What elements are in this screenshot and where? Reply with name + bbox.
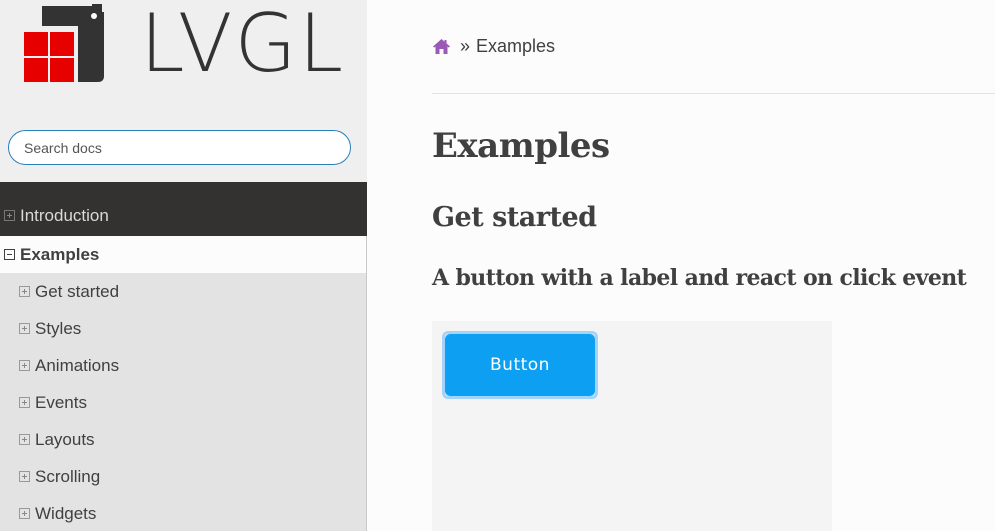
home-icon[interactable] (432, 38, 451, 55)
sidebar-item-label: Scrolling (35, 466, 101, 486)
expand-icon[interactable] (19, 360, 30, 371)
sidebar-item-styles[interactable]: Styles (0, 310, 367, 347)
sidebar-item-label: Get started (35, 281, 120, 301)
expand-icon[interactable] (19, 434, 30, 445)
search-input[interactable] (8, 130, 351, 165)
lvgl-logo[interactable]: LVGL (24, 4, 344, 84)
breadcrumb-current: Examples (476, 36, 556, 56)
sidebar-item-label: Examples (20, 244, 100, 264)
sidebar-item-layouts[interactable]: Layouts (0, 421, 367, 458)
sidebar-item-animations[interactable]: Animations (0, 347, 367, 384)
breadcrumb-separator: » (460, 36, 471, 56)
expand-icon[interactable] (19, 323, 30, 334)
page-title: Examples (432, 126, 610, 166)
sidebar-item-label: Layouts (35, 429, 95, 449)
subsection-heading: A button with a label and react on click… (432, 265, 967, 291)
main-content: » Examples Examples Get started A button… (367, 0, 995, 531)
sidebar-item-label: Introduction (20, 205, 109, 225)
section-heading: Get started (432, 202, 597, 233)
expand-icon[interactable] (4, 210, 15, 221)
sidebar-item-get-started[interactable]: Get started (0, 273, 367, 310)
collapse-icon[interactable] (4, 249, 15, 260)
sidebar-item-scrolling[interactable]: Scrolling (0, 458, 367, 495)
demo-button-label: Button (445, 334, 595, 396)
sidebar-nav: Introduction Examples Get started Styles… (0, 182, 367, 531)
search-box (8, 130, 351, 165)
expand-icon[interactable] (19, 286, 30, 297)
sidebar-item-label: Styles (35, 318, 82, 338)
logo-text: LVGL (140, 0, 346, 90)
header-divider (432, 93, 995, 94)
expand-icon[interactable] (19, 508, 30, 519)
sidebar-item-label: Animations (35, 355, 120, 375)
sidebar-item-label: Widgets (35, 503, 97, 523)
example-demo-canvas: Button (432, 321, 832, 531)
lvgl-logo-mark (24, 4, 104, 82)
demo-button[interactable]: Button (442, 331, 598, 399)
sidebar-item-label: Events (35, 392, 87, 412)
breadcrumb: » Examples (432, 36, 555, 57)
expand-icon[interactable] (19, 397, 30, 408)
sidebar-item-widgets[interactable]: Widgets (0, 495, 367, 531)
sidebar-item-introduction[interactable]: Introduction (0, 182, 367, 236)
sidebar-item-events[interactable]: Events (0, 384, 367, 421)
expand-icon[interactable] (19, 471, 30, 482)
sidebar: LVGL Introduction Examples Get started S… (0, 0, 367, 531)
sidebar-item-examples[interactable]: Examples (0, 236, 367, 273)
